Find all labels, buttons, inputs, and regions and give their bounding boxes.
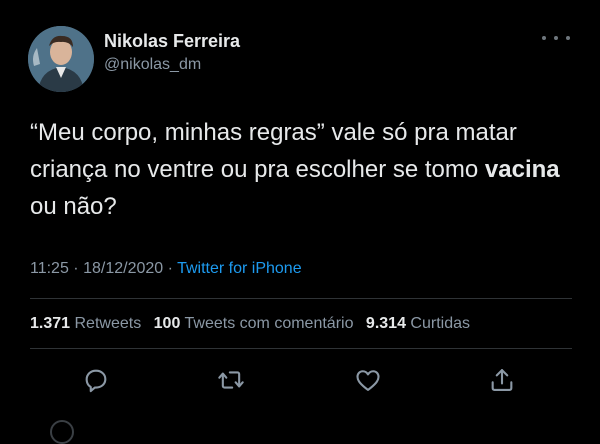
more-horizontal-icon[interactable] xyxy=(542,30,570,46)
retweet-icon xyxy=(218,371,244,389)
retweets-label: Retweets xyxy=(74,315,142,332)
display-name[interactable]: Nikolas Ferreira xyxy=(104,30,240,52)
tweet-stats: 1.371 Retweets 100 Tweets com comentário… xyxy=(30,313,478,335)
retweet-button[interactable] xyxy=(215,364,247,396)
meta-separator: · xyxy=(68,260,84,277)
next-item-peek xyxy=(0,412,600,444)
tweet-time[interactable]: 11:25 xyxy=(30,260,69,277)
reply-button[interactable] xyxy=(80,364,112,396)
user-info: Nikolas Ferreira @nikolas_dm xyxy=(104,30,240,76)
tweet-meta: 11:25 · 18/12/2020 · Twitter for iPhone xyxy=(30,258,302,280)
tweet-text-bold: vacina xyxy=(484,156,560,183)
more-dot xyxy=(566,36,570,40)
meta-separator: · xyxy=(163,260,178,277)
retweets-stat[interactable]: 1.371 Retweets xyxy=(30,315,141,332)
reply-icon xyxy=(85,369,107,393)
user-handle[interactable]: @nikolas_dm xyxy=(104,54,240,76)
divider xyxy=(30,348,572,349)
likes-label: Curtidas xyxy=(410,315,470,332)
tweet-text-part: ou não? xyxy=(30,193,117,220)
share-button[interactable] xyxy=(486,364,518,396)
like-button[interactable] xyxy=(352,364,384,396)
quotes-label: Tweets com comentário xyxy=(184,315,354,332)
avatar[interactable] xyxy=(28,26,94,92)
quotes-stat[interactable]: 100 Tweets com comentário xyxy=(154,315,354,332)
divider xyxy=(30,298,572,299)
tweet-text-part: “Meu corpo, minhas regras” vale só pra m… xyxy=(30,119,517,183)
tweet-card: Nikolas Ferreira @nikolas_dm “Meu corpo,… xyxy=(0,0,600,444)
tweet-date[interactable]: 18/12/2020 xyxy=(83,260,163,277)
quotes-count: 100 xyxy=(153,315,181,332)
heart-icon xyxy=(356,370,380,391)
share-icon xyxy=(491,369,513,391)
tweet-text: “Meu corpo, minhas regras” vale só pra m… xyxy=(30,114,575,225)
likes-count: 9.314 xyxy=(365,315,406,332)
retweets-count: 1.371 xyxy=(30,315,71,332)
tweet-actions xyxy=(0,362,600,402)
tweet-source-link[interactable]: Twitter for iPhone xyxy=(177,260,302,277)
avatar-placeholder xyxy=(50,420,74,444)
more-dot xyxy=(542,36,546,40)
more-dot xyxy=(554,36,558,40)
likes-stat[interactable]: 9.314 Curtidas xyxy=(366,315,470,332)
